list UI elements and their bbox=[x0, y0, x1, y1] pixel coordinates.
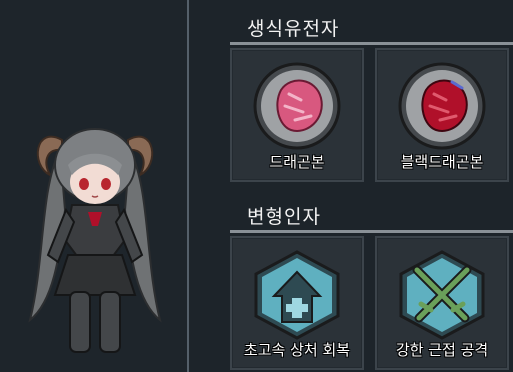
mutations-section-underline bbox=[230, 230, 513, 233]
fast-healing-icon bbox=[254, 250, 340, 340]
mutation-label: 강한 근접 공격 bbox=[395, 341, 489, 359]
gene-card-dragon-bone[interactable]: 드래곤본 bbox=[230, 48, 364, 182]
gene-card-black-dragon-bone[interactable]: 블랙드래곤본 bbox=[375, 48, 509, 182]
game-screen: 생식유전자 드래곤본 블랙드래곤본 변형인자 초고속 상처 회복 강한 근접 공… bbox=[0, 0, 513, 372]
genes-section-title: 생식유전자 bbox=[247, 18, 340, 40]
character-panel bbox=[0, 0, 187, 372]
black-dragon-bone-icon bbox=[398, 62, 486, 150]
genes-section-underline bbox=[230, 42, 513, 45]
strong-melee-icon bbox=[399, 250, 485, 340]
dragon-bone-icon bbox=[253, 62, 341, 150]
mutation-card-strong-melee[interactable]: 강한 근접 공격 bbox=[375, 236, 509, 370]
mutations-section-title: 변형인자 bbox=[247, 206, 321, 228]
gene-label: 드래곤본 bbox=[269, 153, 325, 171]
gene-label: 블랙드래곤본 bbox=[400, 153, 484, 171]
traits-panel: 생식유전자 드래곤본 블랙드래곤본 변형인자 초고속 상처 회복 강한 근접 공… bbox=[189, 0, 513, 372]
character-portrait bbox=[28, 128, 162, 353]
mutation-label: 초고속 상처 회복 bbox=[243, 341, 351, 359]
mutation-card-fast-healing[interactable]: 초고속 상처 회복 bbox=[230, 236, 364, 370]
